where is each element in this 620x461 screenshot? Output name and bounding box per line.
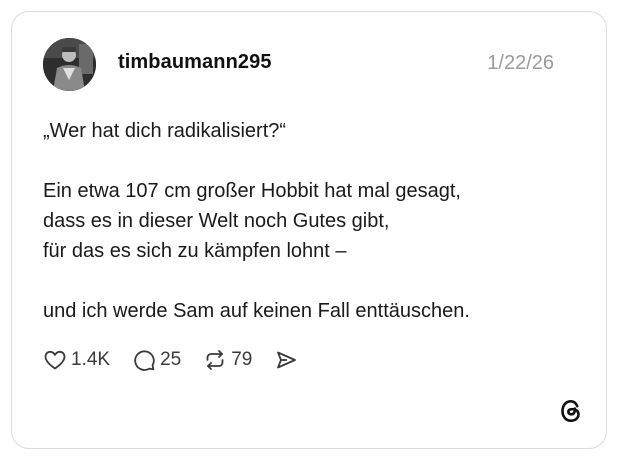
repost-button[interactable]: 79 [203, 348, 252, 372]
like-button[interactable]: 1.4K [43, 348, 110, 372]
post-line: und ich werde Sam auf keinen Fall enttäu… [43, 300, 470, 322]
avatar[interactable] [43, 38, 96, 91]
reply-count: 25 [160, 349, 182, 370]
username[interactable]: timbaumann295 [118, 51, 272, 74]
reply-button[interactable]: 25 [132, 348, 181, 372]
action-bar: 1.4K 25 79 [43, 346, 324, 374]
like-count: 1.4K [71, 349, 111, 370]
post-card: timbaumann295 1/22/26 „Wer hat dich radi… [11, 11, 607, 449]
post-line: Ein etwa 107 cm großer Hobbit hat mal ge… [43, 180, 461, 202]
speech-bubble-icon [132, 348, 156, 372]
post-text: „Wer hat dich radikalisiert?“ Ein etwa 1… [43, 116, 583, 326]
post-date: 1/22/26 [487, 52, 554, 74]
repost-icon [203, 348, 227, 372]
send-icon [274, 348, 298, 372]
post-line: dass es in dieser Welt noch Gutes gibt, [43, 210, 390, 232]
share-button[interactable] [274, 348, 302, 372]
heart-icon [43, 348, 67, 372]
repost-count: 79 [231, 349, 253, 370]
threads-logo-icon[interactable] [558, 398, 584, 424]
post-line: „Wer hat dich radikalisiert?“ [43, 120, 287, 142]
post-line: für das es sich zu kämpfen lohnt – [43, 240, 347, 262]
